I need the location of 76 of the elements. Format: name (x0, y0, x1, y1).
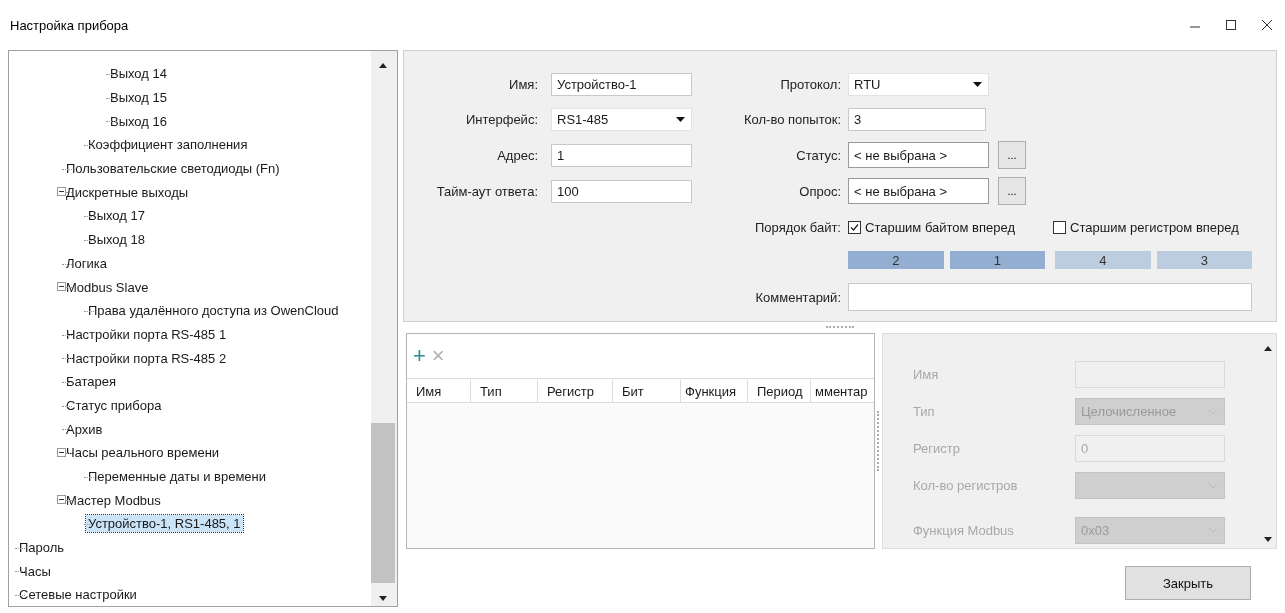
field-label: Комментарий: (754, 289, 842, 305)
column-header[interactable]: Период (748, 380, 811, 403)
tree-item[interactable]: Дискретные выходы (64, 183, 191, 201)
collapse-icon[interactable] (57, 282, 66, 292)
input-field[interactable]: < не выбрана > (848, 142, 989, 168)
tree-item[interactable]: Часы реального времени (64, 444, 222, 462)
field-label: Функция Modbus (913, 522, 1015, 538)
field-label: Кол-во попыток: (742, 111, 842, 127)
window-title: Настройка прибора (10, 17, 130, 33)
tree-item[interactable]: Логика (64, 254, 109, 272)
byte-block: 4 (1055, 251, 1151, 269)
column-header[interactable]: Имя (407, 380, 471, 403)
field-label: Регистр (913, 441, 961, 456)
maximize-icon[interactable] (1225, 19, 1237, 31)
input-field[interactable]: Устройство-1 (551, 72, 692, 96)
tree-item[interactable]: Modbus Slave (64, 278, 151, 296)
close-button[interactable]: Закрыть (1125, 566, 1251, 600)
byte-block: 1 (949, 251, 1045, 269)
collapse-icon[interactable] (57, 495, 66, 505)
scroll-down-icon[interactable] (1263, 537, 1272, 542)
input-field[interactable]: < не выбрана > (848, 178, 989, 204)
field-label: Тип (913, 404, 936, 419)
tree-item[interactable]: Выход 14 (108, 65, 169, 83)
byte-block: 2 (848, 251, 944, 269)
field-label: Протокол: (779, 76, 842, 92)
tree-item[interactable]: Права удалённого доступа из OwenCloud (86, 302, 341, 320)
tree-item[interactable]: Статус прибора (64, 396, 164, 414)
input-field[interactable]: 100 (551, 179, 692, 203)
tree-item[interactable]: Выход 16 (108, 112, 169, 130)
field-label: Имя (913, 367, 940, 382)
field-label: Статус: (795, 147, 842, 163)
caret-down-icon (676, 116, 685, 122)
tree-item[interactable]: Архив (64, 420, 105, 438)
tree-item[interactable]: Выход 18 (86, 231, 147, 249)
tree-item[interactable]: Пароль (17, 539, 67, 557)
tree-item[interactable]: Батарея (64, 373, 118, 391)
browse-button[interactable]: ... (998, 141, 1026, 169)
collapse-icon[interactable] (57, 448, 66, 457)
field-label: Кол-во регистров (913, 478, 1019, 493)
tree-item[interactable]: Выход 15 (108, 89, 169, 107)
collapse-icon[interactable] (57, 187, 66, 197)
byte-block: 3 (1156, 251, 1252, 269)
close-icon[interactable] (1261, 19, 1273, 31)
input-field[interactable]: 1 (551, 143, 692, 167)
tree-item[interactable]: Переменные даты и времени (86, 468, 269, 486)
field-label: Интерфейс: (464, 111, 539, 127)
tree-item[interactable]: Мастер Modbus (64, 491, 163, 509)
column-header[interactable]: Функция (681, 380, 748, 403)
tree-item[interactable]: Коэффициент заполнения (86, 136, 250, 154)
dropdown[interactable]: RTU (848, 72, 989, 96)
scroll-up-icon[interactable] (1263, 346, 1272, 351)
tree-item[interactable]: Устройство-1, RS1-485, 1 (86, 515, 243, 533)
field-label: Адрес: (496, 147, 539, 163)
input-field[interactable] (848, 283, 1252, 311)
column-header[interactable]: Бит (613, 380, 681, 403)
scroll-up-icon[interactable] (379, 63, 387, 68)
column-header[interactable]: Регистр (538, 380, 613, 403)
tree-item[interactable]: Пользовательские светодиоды (Fn) (64, 160, 282, 178)
field-label: Имя: (508, 76, 539, 92)
input-field[interactable]: 3 (848, 107, 986, 131)
browse-button[interactable]: ... (998, 177, 1026, 205)
column-header[interactable]: мментар (811, 380, 874, 403)
column-header[interactable]: Тип (471, 380, 538, 403)
tree-item[interactable]: Настройки порта RS-485 2 (64, 349, 229, 367)
add-button[interactable]: + (413, 345, 426, 367)
tree-item[interactable]: Настройки порта RS-485 1 (64, 325, 229, 343)
field-label: Опрос: (798, 183, 842, 199)
scroll-down-icon[interactable] (379, 596, 387, 601)
dropdown[interactable]: RS1-485 (551, 107, 692, 131)
field-label: Порядок байт: (753, 219, 842, 235)
caret-down-icon (973, 81, 982, 87)
tree-item[interactable]: Сетевые настройки (17, 586, 139, 604)
field-label: Тайм-аут ответа: (435, 183, 539, 199)
scrollbar-thumb[interactable] (371, 423, 395, 583)
tree-item[interactable]: Выход 17 (86, 207, 147, 225)
tree-item[interactable]: Часы (17, 562, 53, 580)
